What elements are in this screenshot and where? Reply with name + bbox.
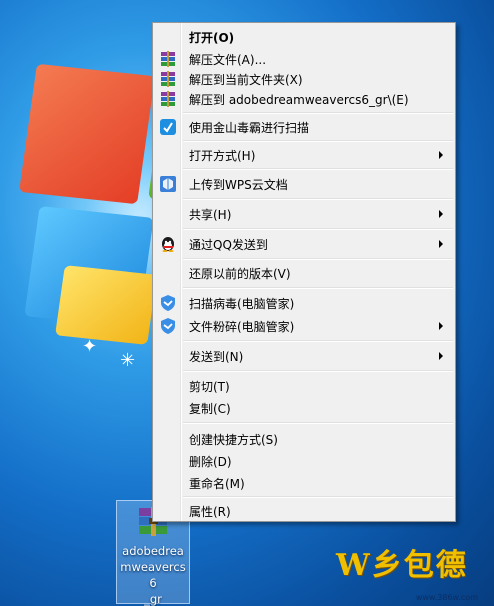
menu-item-label: 打开(O) [189, 31, 235, 45]
menu-item-label: 属性(R) [189, 505, 231, 519]
menu-item-label: 解压文件(A)... [189, 53, 267, 67]
desktop-file-label: adobedrea mweavercs6 _gr [120, 544, 186, 606]
menu-item-label: 复制(C) [189, 402, 231, 416]
menu-item-label: 创建快捷方式(S) [189, 433, 278, 447]
menu-item-kingsoft-scan[interactable]: 使用金山毒霸进行扫描 [155, 116, 453, 138]
menu-item-extract-here[interactable]: 解压到当前文件夹(X) [155, 68, 453, 90]
menu-item-label: 发送到(N) [189, 350, 244, 364]
menu-item-cut[interactable]: 剪切(T) [155, 375, 453, 397]
menu-separator [183, 370, 453, 372]
menu-item-upload-wps[interactable]: 上传到WPS云文档 [155, 173, 453, 195]
menu-separator [183, 422, 453, 424]
tencent-pc-manager-icon [161, 318, 175, 334]
windows-logo-yellow-pane [55, 265, 157, 345]
winrar-icon [161, 71, 175, 87]
menu-item-open-with[interactable]: 打开方式(H) [155, 144, 453, 166]
menu-item-copy[interactable]: 复制(C) [155, 397, 453, 419]
qq-penguin-icon [162, 237, 174, 252]
menu-item-label: 打开方式(H) [189, 149, 256, 163]
menu-item-label: 剪切(T) [189, 380, 230, 394]
menu-item-label: 使用金山毒霸进行扫描 [189, 121, 310, 135]
menu-separator [183, 228, 453, 230]
menu-separator [183, 340, 453, 342]
sparkle-icon: ✦ [82, 336, 98, 357]
menu-item-scan-virus[interactable]: 扫描病毒(电脑管家) [155, 292, 453, 314]
watermark: W乡包德 www.386w.com [336, 540, 486, 604]
submenu-arrow-icon [439, 322, 443, 330]
submenu-arrow-icon [439, 352, 443, 360]
menu-item-properties[interactable]: 属性(R) [155, 500, 453, 522]
sparkle-icon: ✳ [120, 350, 136, 371]
menu-item-label: 扫描病毒(电脑管家) [189, 297, 295, 311]
menu-item-label: 还原以前的版本(V) [189, 267, 291, 281]
menu-separator [183, 140, 453, 142]
menu-item-file-shredder[interactable]: 文件粉碎(电脑管家) [155, 315, 453, 337]
menu-item-open[interactable]: 打开(O) [155, 26, 453, 48]
menu-separator [183, 496, 453, 498]
menu-separator [183, 287, 453, 289]
menu-separator [183, 198, 453, 200]
menu-item-label: 通过QQ发送到 [189, 238, 268, 252]
winrar-icon [161, 91, 175, 107]
submenu-arrow-icon [439, 210, 443, 218]
watermark-url: www.386w.com [415, 593, 478, 602]
menu-item-label: 文件粉碎(电脑管家) [189, 320, 295, 334]
menu-item-label: 解压到 adobedreamweavercs6_gr\(E) [189, 93, 409, 107]
menu-separator [183, 112, 453, 114]
menu-item-extract-files[interactable]: 解压文件(A)... [155, 48, 453, 70]
menu-item-extract-to-folder[interactable]: 解压到 adobedreamweavercs6_gr\(E) [155, 88, 453, 110]
wps-cloud-icon [160, 176, 176, 192]
submenu-arrow-icon [439, 151, 443, 159]
menu-separator [183, 168, 453, 170]
menu-item-label: 解压到当前文件夹(X) [189, 73, 303, 87]
menu-item-restore-previous[interactable]: 还原以前的版本(V) [155, 262, 453, 284]
kingsoft-antivirus-icon [160, 119, 176, 135]
menu-item-send-via-qq[interactable]: 通过QQ发送到 [155, 233, 453, 255]
menu-item-label: 共享(H) [189, 208, 232, 222]
watermark-text: W乡包德 [336, 548, 468, 583]
menu-item-label: 删除(D) [189, 455, 232, 469]
tencent-pc-manager-icon [161, 295, 175, 311]
menu-item-send-to[interactable]: 发送到(N) [155, 345, 453, 367]
menu-item-share[interactable]: 共享(H) [155, 203, 453, 225]
context-menu: 打开(O) 解压文件(A)... 解压到当前文件夹(X) 解压到 adobedr… [152, 22, 456, 522]
menu-item-rename[interactable]: 重命名(M) [155, 472, 453, 494]
submenu-arrow-icon [439, 240, 443, 248]
windows-logo-red-pane [19, 63, 155, 205]
menu-item-label: 重命名(M) [189, 477, 245, 491]
winrar-icon [161, 51, 175, 67]
menu-separator [183, 258, 453, 260]
menu-item-label: 上传到WPS云文档 [189, 178, 288, 192]
menu-item-delete[interactable]: 删除(D) [155, 450, 453, 472]
menu-item-create-shortcut[interactable]: 创建快捷方式(S) [155, 428, 453, 450]
